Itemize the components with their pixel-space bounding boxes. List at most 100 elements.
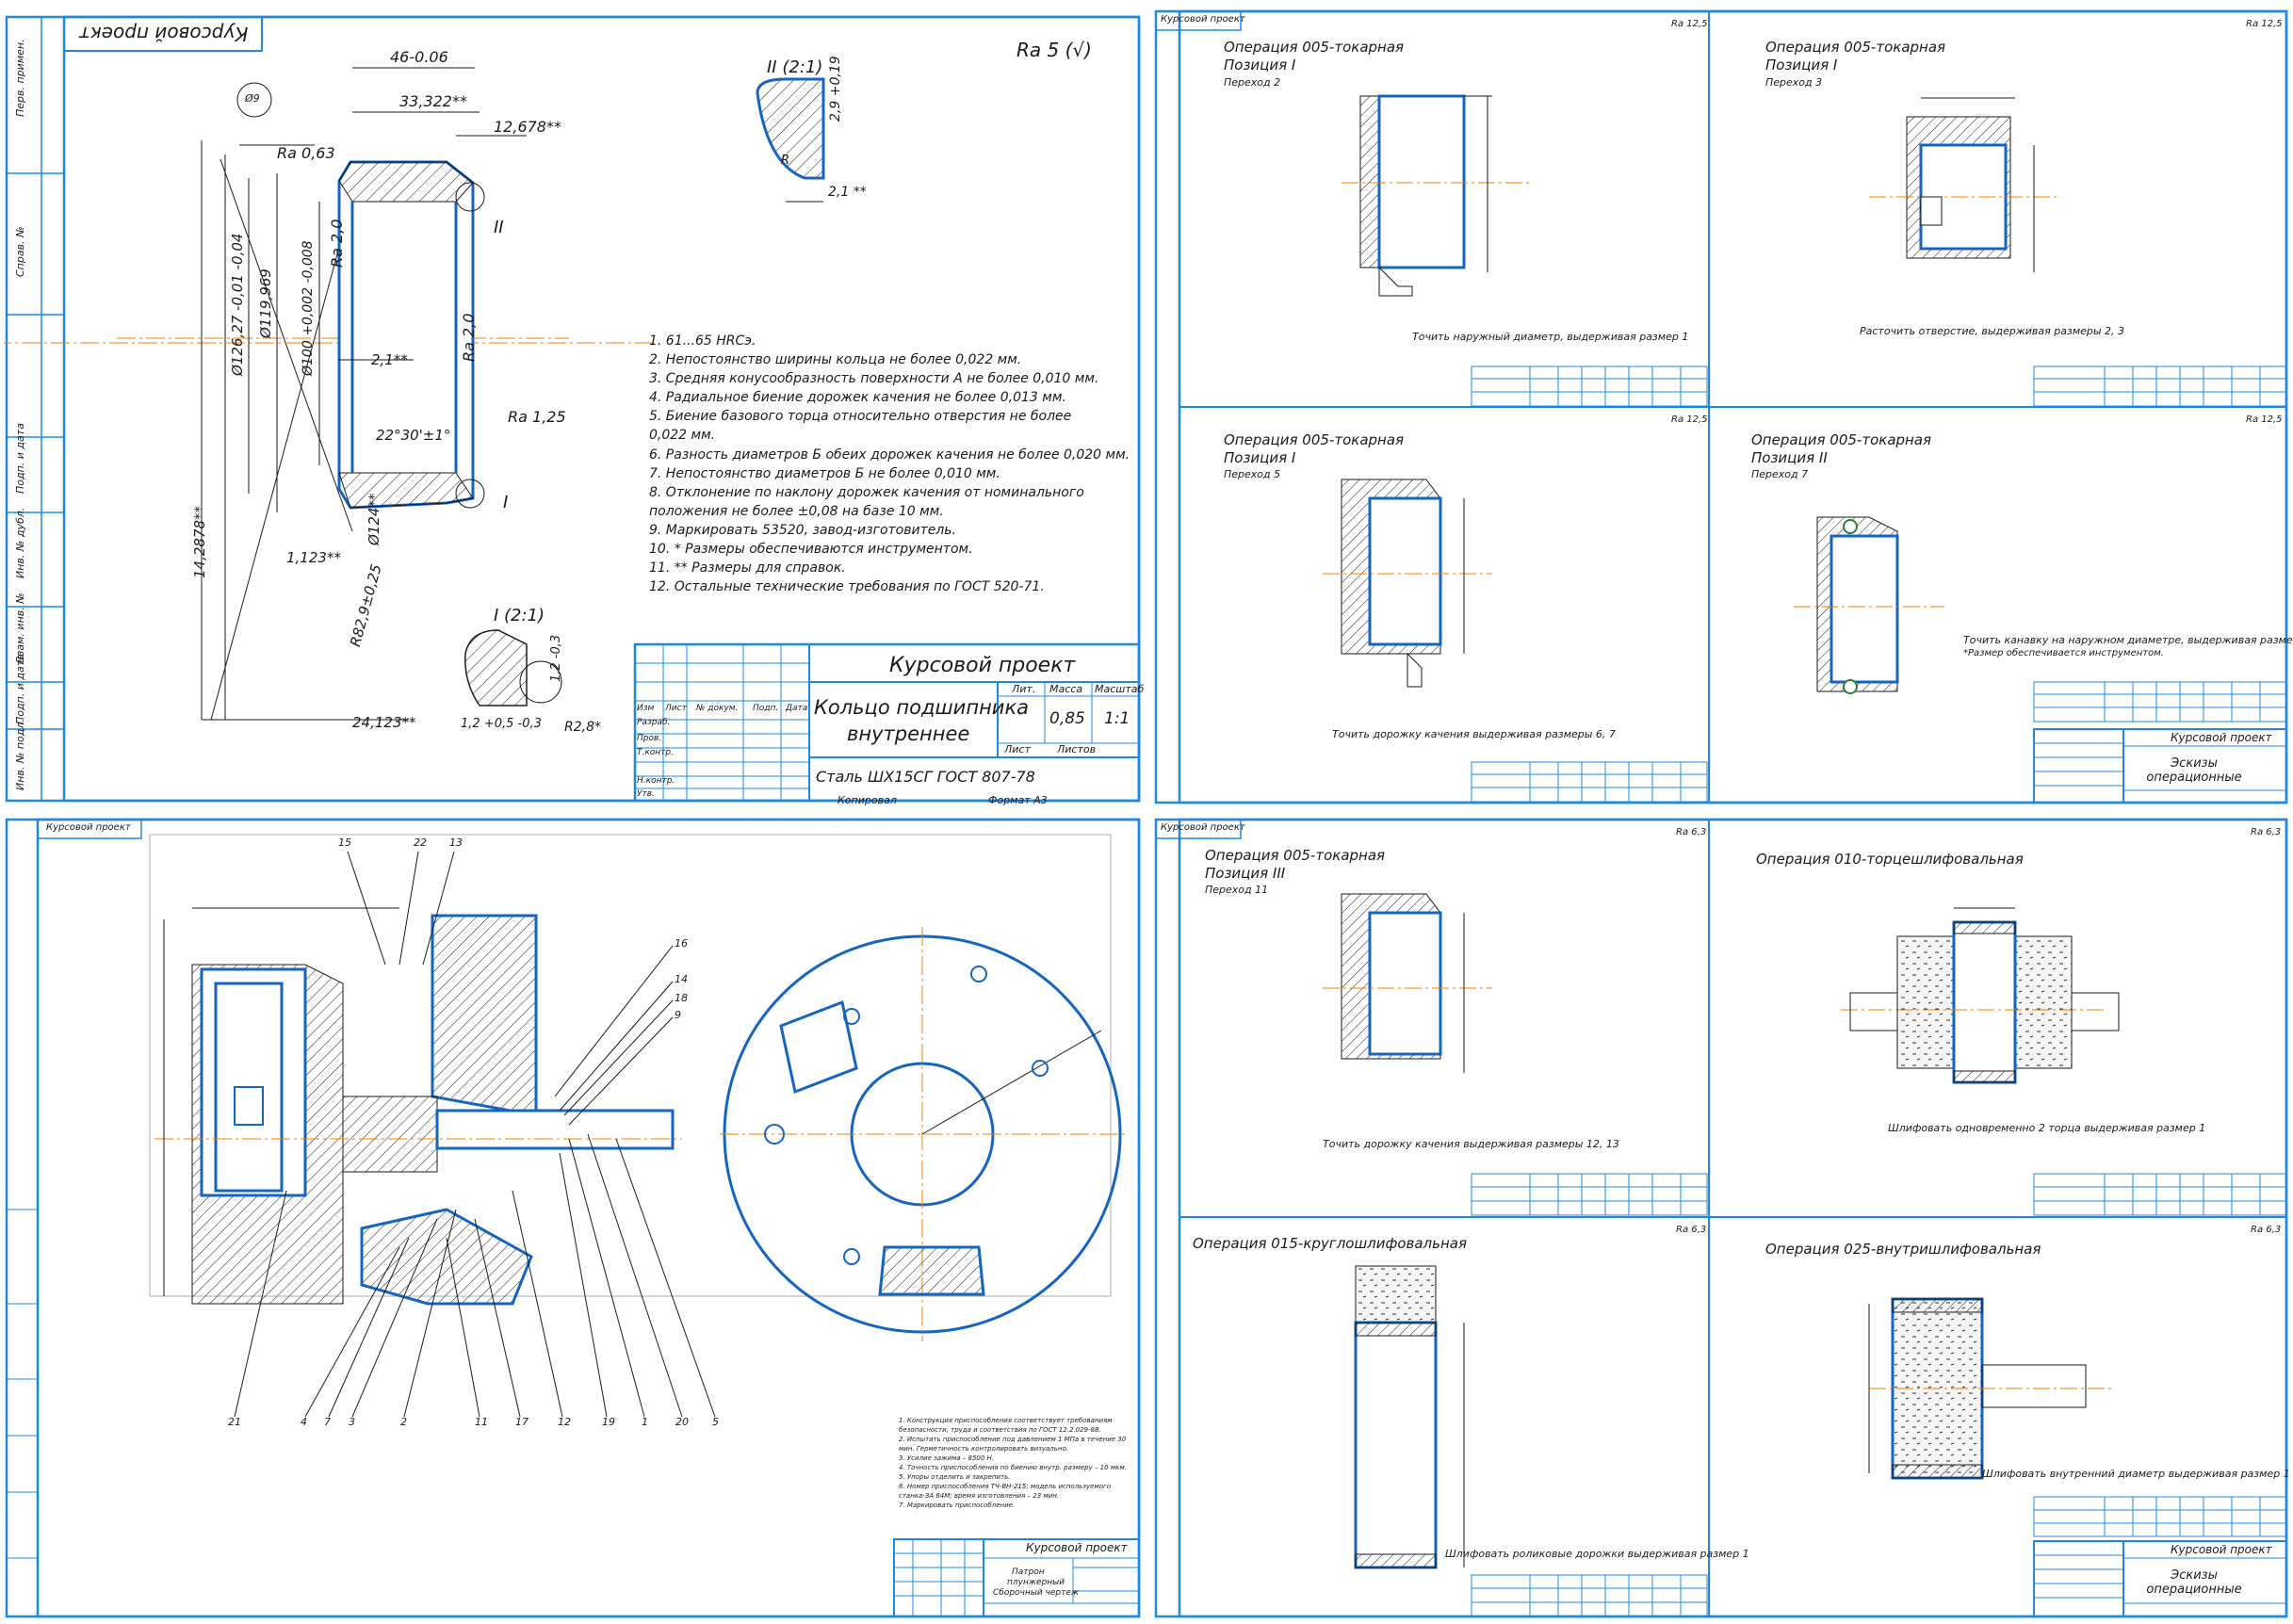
note-line: 7. Маркировать приспособление. — [899, 1502, 1016, 1510]
dim-24: 24,123** — [352, 714, 416, 731]
sheet4-roughness-3: Ra 6,3 — [1676, 1225, 1707, 1235]
s2p3-pos: Позиция I — [1224, 449, 1296, 466]
note-line: 0,022 мм. — [649, 428, 716, 444]
technical-requirements: 1. 61...65 HRCэ. 2. Непостоянство ширины… — [649, 333, 1139, 598]
roughness-125: Ra 1,25 — [508, 408, 566, 426]
s2p1-pos: Позиция I — [1224, 57, 1296, 73]
callout-20: 20 — [675, 1416, 689, 1428]
side-label-2: Справ. № — [14, 226, 26, 277]
note-line: станка-ЗА 64М; время изготовления – 23 м… — [899, 1492, 1060, 1501]
side-label-1: Перв. примен. — [14, 39, 26, 117]
view-ii-dim-3: R — [781, 154, 790, 168]
tb-row-1: Пров. — [637, 734, 662, 743]
sheet4-roughness-2: Ra 6,3 — [2251, 827, 2282, 837]
note-line: 3. Усилие зажима – 8500 Н. — [899, 1454, 995, 1463]
s4p2-op: Операция 010-торцешлифовальная — [1756, 851, 2024, 868]
note-line: 9. Маркировать 53520, завод-изготовитель… — [649, 522, 957, 538]
tb-row-0: Разраб. — [637, 718, 671, 727]
s2p3-caption: Точить дорожку качения выдерживая размер… — [1332, 728, 1616, 740]
note-line: 4. Радиальное биение дорожек качения не … — [649, 390, 1066, 406]
sheet4-title: Курсовой проект — [2171, 1543, 2272, 1556]
sheet3-title: Курсовой проект — [1026, 1541, 1128, 1554]
marker-i: I — [503, 493, 509, 512]
sheet2-graphics — [1154, 9, 2288, 804]
tb-material: Сталь ШХ15СГ ГОСТ 807-78 — [816, 768, 1035, 786]
s2p4-op: Операция 005-токарная — [1751, 431, 1932, 448]
roughness-20a: Ra 2,0 — [328, 219, 346, 268]
sheet-part-drawing: Курсовой проект Перв. примен. Справ. № П… — [4, 4, 1144, 806]
callout-9: 9 — [675, 1009, 681, 1021]
marker-ii: II — [494, 218, 504, 237]
dim-1123: 1,123** — [286, 549, 341, 566]
dim-12: 12,678** — [494, 118, 561, 136]
note-line: 7. Непостоянство диаметров Б не более 0,… — [649, 465, 1000, 481]
tb-col-4: Дата — [786, 704, 808, 713]
sheet2-name: Эскизы операционные — [2146, 756, 2242, 785]
callout-18: 18 — [675, 992, 688, 1004]
s2p2-caption: Расточить отверстие, выдерживая размеры … — [1860, 325, 2125, 337]
s2p1-step: Переход 2 — [1224, 76, 1281, 89]
s2p2-step: Переход 3 — [1765, 76, 1823, 89]
s2p4-caption2: *Размер обеспечивается инструментом. — [1963, 648, 2164, 658]
view-i-dim-1: 1,2 -0,3 — [549, 634, 563, 682]
tb-col-3: Подп. — [753, 704, 779, 713]
dim-142: 14,2878** — [191, 505, 208, 578]
assembly-notes: 1. Конструкция приспособления соответств… — [899, 1417, 1134, 1511]
s4p4-op: Операция 025-внутришлифовальная — [1765, 1241, 2041, 1258]
tb-lit: Лит. — [1012, 683, 1036, 695]
note-line: 11. ** Размеры для справок. — [649, 560, 846, 577]
note-line: 5. Биение базового торца относительно от… — [649, 409, 1072, 425]
general-roughness: Ra 5 (√) — [1016, 39, 1092, 61]
callout-16: 16 — [675, 937, 688, 950]
sheet-operation-sketches-2: Курсовой проект Ra 6,3 Ra 6,3 Ra 6,3 Ra … — [1153, 814, 2290, 1620]
s2p1-op: Операция 005-токарная — [1224, 39, 1405, 56]
side-label-5: Взам. инв. № — [14, 593, 26, 663]
tb-name-1: Кольцо подшипника — [814, 696, 1029, 719]
tb-scale: Масштаб — [1095, 683, 1145, 695]
tb-col-2: № докум. — [696, 704, 739, 713]
note-line: 2. Испытать приспособление под давлением… — [899, 1436, 1127, 1444]
callout-12: 12 — [558, 1416, 571, 1428]
note-line: 3. Средняя конусообразность поверхности … — [649, 371, 1099, 387]
s2p4-step: Переход 7 — [1751, 468, 1809, 480]
sheet4-roughness-4: Ra 6,3 — [2251, 1225, 2282, 1235]
tb-mass-val: 0,85 — [1049, 709, 1085, 728]
s4p1-pos: Позиция III — [1205, 865, 1286, 882]
dim-angle: 22°30'±1° — [376, 427, 451, 444]
note-line: мин. Герметичность контролировать визуал… — [899, 1445, 1068, 1453]
callout-circle-label: Ø9 — [245, 92, 260, 105]
sheet4-graphics — [1154, 818, 2288, 1618]
dim-119: Ø119,969 — [257, 268, 274, 338]
side-label-3: Подп. и дата — [14, 423, 26, 494]
dim-124: Ø124** — [366, 493, 382, 545]
tb-name-2: внутреннее — [847, 723, 970, 745]
note-line: 1. Конструкция приспособления соответств… — [899, 1417, 1113, 1424]
callout-2: 2 — [400, 1416, 407, 1428]
note-line: 6. Номер приспособления ТЧ-ВН-215; модел… — [899, 1483, 1111, 1491]
note-line: 2. Непостоянство ширины кольца не более … — [649, 352, 1022, 368]
sheet-operation-sketches-1: Курсовой проект Ra 12,5 Ra 12,5 Ra 12,5 … — [1153, 4, 2293, 806]
sheet2-title: Курсовой проект — [2171, 731, 2272, 744]
callout-3: 3 — [349, 1416, 355, 1428]
sheet4-name: Эскизы операционные — [2146, 1568, 2242, 1597]
roughness-063: Ra 0,63 — [277, 144, 335, 162]
sheet2-stamp: Курсовой проект — [1161, 14, 1245, 24]
note-line: 1. 61...65 HRCэ. — [649, 333, 756, 349]
s2p2-op: Операция 005-токарная — [1765, 39, 1946, 56]
note-line: положения не более ±0,08 на базе 10 мм. — [649, 503, 944, 519]
tb-sheet: Лист — [1004, 743, 1031, 755]
sheet3-name-2: плунжерный — [1007, 1578, 1065, 1587]
sheet3-name-1: Патрон — [1012, 1567, 1045, 1577]
dim-46: 46-0.06 — [390, 48, 448, 66]
sheet2-roughness-1: Ra 12,5 — [1671, 19, 1708, 29]
note-line: безопасности, труда и соответствия по ГО… — [899, 1426, 1101, 1435]
tb-format: Формат А3 — [988, 794, 1048, 806]
callout-14: 14 — [675, 973, 688, 985]
tb-row-4: Н.контр. — [637, 776, 675, 786]
view-ii-dim-2: 2,1 ** — [828, 185, 867, 200]
tb-scale-val: 1:1 — [1104, 709, 1130, 728]
callout-17: 17 — [515, 1416, 529, 1428]
callout-15: 15 — [338, 836, 351, 849]
s4p1-caption: Точить дорожку качения выдерживая размер… — [1323, 1138, 1619, 1150]
callout-11: 11 — [475, 1416, 488, 1428]
